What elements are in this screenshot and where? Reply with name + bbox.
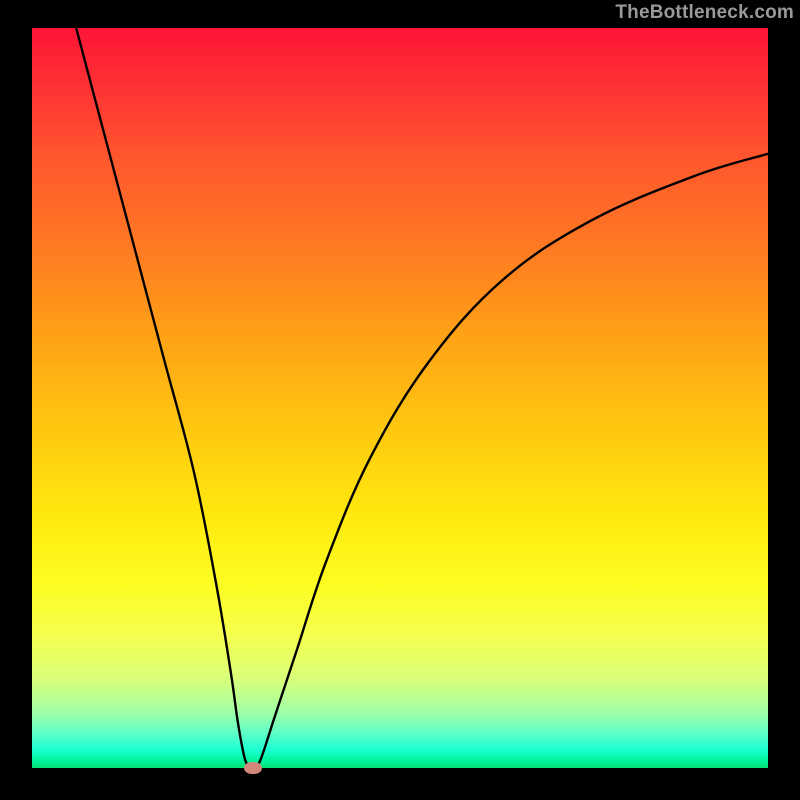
plot-area xyxy=(32,28,768,768)
watermark-text: TheBottleneck.com xyxy=(615,2,794,24)
minimum-marker xyxy=(244,762,262,774)
bottleneck-curve xyxy=(32,28,768,768)
chart-frame: TheBottleneck.com xyxy=(0,0,800,800)
